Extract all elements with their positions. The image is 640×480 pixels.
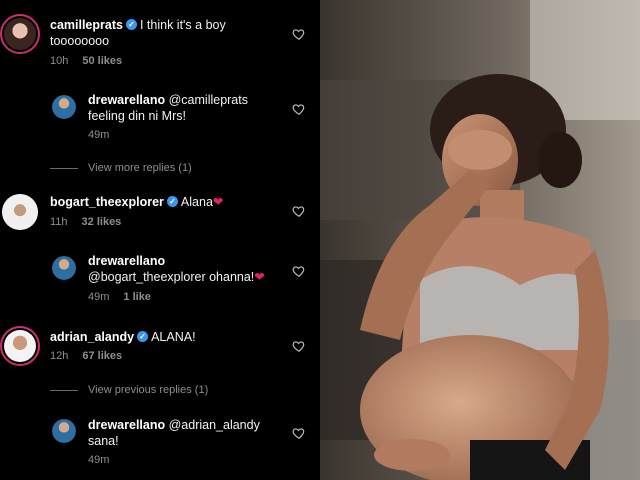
username[interactable]: bogart_theexplorer: [50, 195, 164, 209]
reply-body: @bogart_theexplorer ohanna!: [88, 270, 255, 284]
verified-badge-icon: ✓: [137, 331, 149, 343]
heart-outline-icon[interactable]: [292, 27, 306, 41]
pregnancy-photo: [320, 0, 640, 480]
avatar-drewarellano[interactable]: [52, 419, 76, 443]
comment-body-cont: toooooooo: [50, 34, 110, 48]
timestamp: 10h: [50, 55, 69, 67]
timestamp: 12h: [50, 350, 69, 362]
username[interactable]: adrian_alandy: [50, 330, 134, 344]
avatar-adrian[interactable]: [0, 326, 40, 366]
comment-text: bogart_theexplorer ✓ Alana❤: [50, 194, 286, 210]
view-previous-label[interactable]: View previous replies (1): [88, 384, 208, 396]
heart-outline-icon[interactable]: [292, 339, 306, 353]
likes-count[interactable]: 67 likes: [82, 350, 122, 362]
avatar-bogart[interactable]: [2, 194, 38, 230]
photo-illustration: [320, 0, 640, 480]
avatar-drewarellano[interactable]: [52, 95, 76, 119]
heart-emoji: ❤: [212, 195, 224, 209]
divider-line: [50, 389, 78, 391]
comment-text: camilleprats ✓ I think it's a boy tooooooo…: [50, 17, 286, 49]
comment-meta: 11h 32 likes: [50, 216, 121, 228]
avatar-drewarellano[interactable]: [52, 256, 76, 280]
verified-badge-icon: ✓: [166, 196, 178, 208]
username[interactable]: drewarellano: [88, 93, 165, 107]
reply-text: drewarellano @bogart_theexplorer ohanna!…: [88, 253, 288, 285]
likes-count[interactable]: 50 likes: [82, 55, 122, 67]
heart-outline-icon[interactable]: [292, 204, 306, 218]
divider-line: [50, 167, 78, 169]
comment-meta: 12h 67 likes: [50, 350, 122, 362]
timestamp: 49m: [88, 291, 110, 303]
comment-text: adrian_alandy ✓ ALANA!: [50, 329, 286, 345]
comment-body: ALANA!: [151, 330, 196, 344]
comment-body: Alana: [180, 195, 213, 209]
mention-link[interactable]: @adrian_alandy: [169, 418, 260, 432]
heart-outline-icon[interactable]: [292, 102, 306, 116]
comments-panel: camilleprats ✓ I think it's a boy tooooooo…: [0, 0, 320, 480]
reply-body: sana!: [88, 434, 119, 448]
view-more-replies[interactable]: View more replies (1): [50, 162, 192, 174]
heart-outline-icon[interactable]: [292, 264, 306, 278]
username[interactable]: camilleprats: [50, 18, 123, 32]
reply-meta: 49m 1 like: [88, 291, 151, 303]
heart-outline-icon[interactable]: [292, 426, 306, 440]
timestamp: 49m: [88, 129, 110, 141]
view-more-label[interactable]: View more replies (1): [88, 162, 192, 174]
comment-body: I think it's a boy: [139, 18, 226, 32]
username[interactable]: drewarellano: [88, 254, 165, 268]
timestamp: 49m: [88, 454, 110, 466]
verified-badge-icon: ✓: [125, 19, 137, 31]
view-previous-replies[interactable]: View previous replies (1): [50, 384, 208, 396]
reply-text: drewarellano @adrian_alandy sana!: [88, 417, 284, 449]
avatar-camilleprats[interactable]: [0, 14, 40, 54]
timestamp: 11h: [50, 216, 68, 228]
likes-count[interactable]: 1 like: [123, 291, 151, 303]
mention-link[interactable]: @camilleprats: [169, 93, 248, 107]
reply-meta: 49m: [88, 454, 109, 466]
reply-body: feeling din ni Mrs!: [88, 109, 186, 123]
username[interactable]: drewarellano: [88, 418, 165, 432]
heart-emoji: ❤: [254, 270, 265, 284]
likes-count[interactable]: 32 likes: [82, 216, 122, 228]
reply-text: drewarellano @camilleprats feeling din n…: [88, 92, 284, 124]
comment-meta: 10h 50 likes: [50, 55, 122, 67]
reply-meta: 49m: [88, 129, 109, 141]
